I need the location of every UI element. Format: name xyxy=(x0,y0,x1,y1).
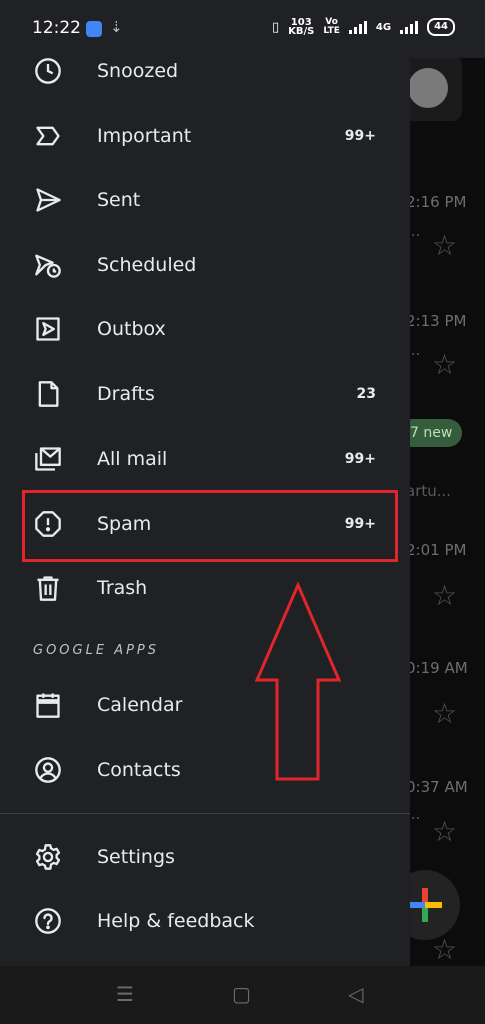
section-google-apps: GOOGLE APPS xyxy=(33,643,160,658)
status-bar: 12:22 ⇣ ▯ 103 KB/S Vo LTE 4G 44 xyxy=(0,0,485,58)
battery-icon: 44 xyxy=(427,18,455,36)
star-icon: ☆ xyxy=(432,229,458,262)
drawer-item-label: Important xyxy=(97,125,192,147)
mail-time: 0:19 AM xyxy=(406,659,468,677)
drawer-item-label: Help & feedback xyxy=(97,910,255,932)
clock-icon xyxy=(33,56,63,86)
important-icon xyxy=(33,121,63,151)
speed-unit: KB/S xyxy=(288,26,315,37)
drawer-item-label: Snoozed xyxy=(97,60,179,82)
drawer-item-settings[interactable]: Settings xyxy=(0,829,410,885)
drawer-item-all-mail[interactable]: All mail 99+ xyxy=(0,431,410,487)
signal-icon-2 xyxy=(400,20,419,34)
mail-time: 2:01 PM xyxy=(406,541,467,559)
drawer-divider xyxy=(0,813,410,814)
outbox-icon xyxy=(33,314,63,344)
star-icon: ☆ xyxy=(432,579,458,612)
drawer-item-count: 99+ xyxy=(344,451,376,467)
mail-time: 0:37 AM xyxy=(406,778,468,796)
star-icon: ☆ xyxy=(432,933,458,966)
drawer-item-drafts[interactable]: Drafts 23 xyxy=(0,366,410,422)
send-icon xyxy=(33,185,63,215)
status-icons: ▯ 103 KB/S Vo LTE 4G 44 xyxy=(271,18,455,37)
drawer-item-label: Outbox xyxy=(97,318,166,340)
mail-snippet: artu... xyxy=(406,482,452,500)
drawer-item-label: All mail xyxy=(97,448,168,470)
gear-icon xyxy=(33,842,63,872)
navigation-drawer: Snoozed Important 99+ Sent Scheduled Out… xyxy=(0,0,410,966)
app-notification-icon xyxy=(86,21,102,37)
volte-indicator: Vo LTE xyxy=(323,18,340,36)
drawer-item-label: Scheduled xyxy=(97,254,197,276)
drawer-item-help[interactable]: Help & feedback xyxy=(0,893,410,949)
star-icon: ☆ xyxy=(432,348,458,381)
status-time: 12:22 xyxy=(32,18,81,38)
mail-time: 2:16 PM xyxy=(406,193,467,211)
drawer-item-trash[interactable]: Trash xyxy=(0,560,410,616)
star-icon: ☆ xyxy=(432,815,458,848)
drawer-item-scheduled[interactable]: Scheduled xyxy=(0,237,410,293)
network-type: 4G xyxy=(375,21,392,33)
contacts-icon xyxy=(33,755,63,785)
drawer-item-outbox[interactable]: Outbox xyxy=(0,301,410,357)
vibrate-icon: ▯ xyxy=(271,19,280,35)
scheduled-icon xyxy=(33,250,63,280)
drawer-item-label: Calendar xyxy=(97,694,183,716)
mail-time: 2:13 PM xyxy=(406,312,467,330)
draft-icon xyxy=(33,379,63,409)
drawer-item-important[interactable]: Important 99+ xyxy=(0,108,410,164)
download-icon: ⇣ xyxy=(110,18,123,36)
drawer-item-calendar[interactable]: Calendar xyxy=(0,677,410,733)
drawer-item-count: 23 xyxy=(356,386,376,402)
network-speed: 103 KB/S xyxy=(288,18,315,37)
calendar-icon xyxy=(33,690,63,720)
volte-bottom: LTE xyxy=(323,26,340,36)
avatar xyxy=(408,68,448,108)
drawer-item-contacts[interactable]: Contacts xyxy=(0,742,410,798)
trash-icon xyxy=(33,573,63,603)
up-arrow-annotation xyxy=(254,582,342,781)
system-nav-bar: ☰ ▢ ◁ xyxy=(0,966,485,1024)
star-icon: ☆ xyxy=(432,697,458,730)
help-icon xyxy=(33,906,63,936)
back-icon[interactable]: ◁ xyxy=(348,984,363,1004)
drawer-item-label: Trash xyxy=(97,577,148,599)
all-mail-icon xyxy=(33,444,63,474)
drawer-item-sent[interactable]: Sent xyxy=(0,172,410,228)
drawer-item-label: Settings xyxy=(97,846,175,868)
drawer-item-count: 99+ xyxy=(344,128,376,144)
spam-highlight-box xyxy=(22,490,398,562)
drawer-item-label: Sent xyxy=(97,189,141,211)
home-icon[interactable]: ▢ xyxy=(232,984,251,1004)
drawer-item-label: Contacts xyxy=(97,759,181,781)
drawer-item-label: Drafts xyxy=(97,383,155,405)
signal-icon xyxy=(348,20,367,34)
menu-icon[interactable]: ☰ xyxy=(116,984,134,1004)
